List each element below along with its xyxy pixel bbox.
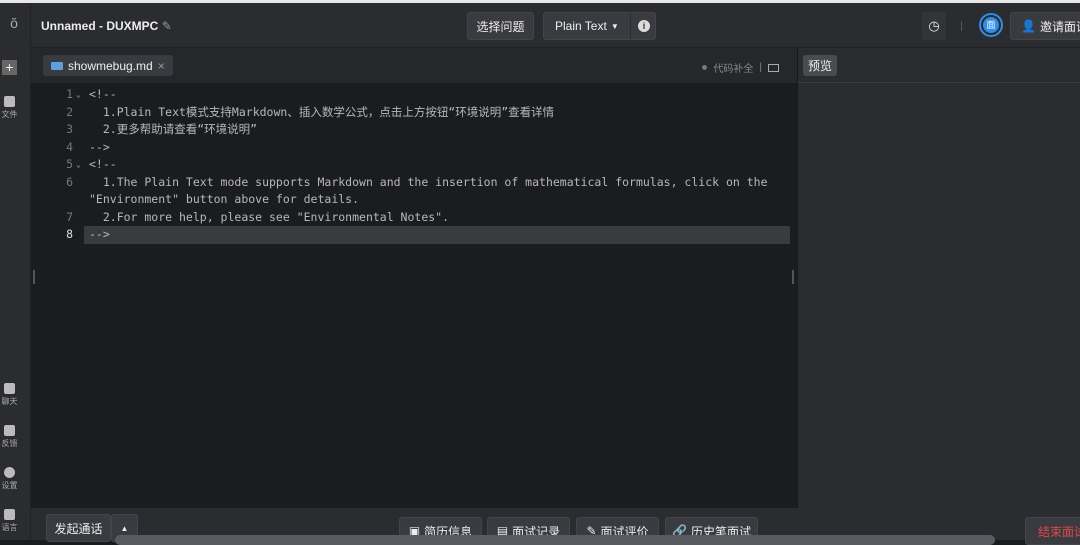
code-line: 4 --> bbox=[31, 139, 791, 157]
sidebar-item-label: 文件 bbox=[1, 110, 18, 119]
code-text: 2.更多帮助请查看“环境说明” bbox=[89, 122, 258, 136]
page-title[interactable]: Unnamed - DUXMPC ✎ bbox=[41, 19, 172, 33]
line-number: 3 bbox=[66, 122, 73, 136]
code-line: 3 2.更多帮助请查看“环境说明” bbox=[31, 121, 791, 139]
settings-icon bbox=[4, 467, 15, 478]
invite-interview-button[interactable]: 👤邀请面试 bbox=[1010, 12, 1080, 40]
sidebar-item-settings[interactable]: 设置 bbox=[0, 467, 19, 491]
code-line: "Environment" button above for details. bbox=[31, 191, 791, 209]
code-editor[interactable]: 1 ⌄ <!-- 2 1.Plain Text模式支持Markdown、插入数学公式，… bbox=[31, 83, 797, 508]
code-text: 1.The Plain Text mode supports Markdown … bbox=[89, 174, 768, 189]
avatar-text: 面 bbox=[983, 17, 999, 33]
code-text: --> bbox=[89, 139, 110, 154]
caret-down-icon: ▼ bbox=[610, 21, 619, 31]
line-number: 6 bbox=[66, 174, 73, 189]
active-line-highlight bbox=[84, 226, 790, 244]
code-text: --> bbox=[89, 227, 110, 241]
language-value: Plain Text bbox=[555, 19, 607, 33]
autocomplete-label: 代码补全 bbox=[713, 64, 754, 75]
add-button[interactable]: + bbox=[2, 60, 17, 75]
sidebar-item-files[interactable]: 文件 bbox=[0, 96, 19, 120]
line-number: 4 bbox=[66, 139, 73, 154]
sidebar-item-label: 设置 bbox=[1, 481, 18, 490]
line-number: 2 bbox=[66, 104, 73, 119]
sidebar-item-label: 聊天 bbox=[1, 397, 18, 406]
line-number: 5 bbox=[66, 157, 73, 171]
resize-handle-right[interactable] bbox=[792, 270, 794, 284]
code-text: 2.For more help, please see "Environment… bbox=[89, 209, 450, 224]
language-select[interactable]: Plain Text ▼ i bbox=[543, 12, 656, 40]
file-tab-label: showmebug.md bbox=[68, 58, 153, 73]
code-line: 8 --> bbox=[31, 226, 791, 244]
markdown-icon bbox=[51, 61, 63, 70]
title-text: Unnamed - DUXMPC bbox=[41, 19, 159, 33]
invite-label: 邀请面试 bbox=[1039, 19, 1080, 34]
end-interview-button[interactable]: 结束面试 bbox=[1025, 517, 1080, 545]
sidebar-item-chat[interactable]: 聊天 bbox=[0, 383, 19, 407]
select-question-button[interactable]: 选择问题 bbox=[467, 12, 534, 40]
line-number: 1 bbox=[66, 87, 73, 101]
close-icon[interactable]: × bbox=[158, 59, 165, 73]
line-number: 7 bbox=[66, 209, 73, 224]
fold-chevron-icon[interactable]: ⌄ bbox=[76, 156, 81, 174]
clock-icon: ◷ bbox=[928, 18, 940, 33]
code-text: <!-- bbox=[89, 87, 117, 101]
code-line: 6 1.The Plain Text mode supports Markdow… bbox=[31, 174, 791, 192]
edit-icon[interactable]: ✎ bbox=[162, 19, 172, 33]
top-bar: Unnamed - DUXMPC ✎ 选择问题 Plain Text ▼ i ◷ 面… bbox=[31, 3, 1080, 48]
code-line: 1 ⌄ <!-- bbox=[31, 86, 791, 104]
sidebar-item-language[interactable]: 语言 bbox=[0, 509, 19, 533]
chat-icon bbox=[4, 383, 15, 394]
status-dot bbox=[702, 65, 708, 70]
code-text: <!-- bbox=[89, 157, 117, 171]
language-icon bbox=[4, 509, 15, 520]
autocomplete-toggle[interactable]: 代码补全 | bbox=[702, 60, 779, 75]
start-call-button[interactable]: 发起通话 bbox=[46, 514, 111, 542]
layout-toggle-icon[interactable] bbox=[768, 63, 779, 72]
sidebar-item-label: 反馈 bbox=[1, 439, 18, 448]
preview-button[interactable]: 预览 bbox=[803, 55, 837, 76]
fold-chevron-icon[interactable]: ⌄ bbox=[76, 86, 81, 104]
info-icon[interactable]: i bbox=[638, 20, 650, 32]
sidebar-item-feedback[interactable]: 反馈 bbox=[0, 425, 19, 449]
sidebar-item-label: 语言 bbox=[1, 523, 18, 532]
code-line: 5 ⌄ <!-- bbox=[31, 156, 791, 174]
sidebar: ŏ + 文件 聊天 反馈 设置 语言 bbox=[0, 3, 31, 540]
caret-up-icon: ▲ bbox=[120, 523, 129, 533]
avatar[interactable]: 面 bbox=[979, 13, 1003, 37]
feedback-icon bbox=[4, 425, 15, 436]
resize-handle-left[interactable] bbox=[33, 270, 35, 284]
preview-header: 预览 bbox=[798, 48, 1080, 83]
history-clock-button[interactable]: ◷ bbox=[922, 12, 946, 40]
logo-icon: ŏ bbox=[10, 15, 18, 31]
code-text: 1.Plain Text模式支持Markdown、插入数学公式，点击上方按钮“环… bbox=[89, 104, 555, 119]
divider bbox=[961, 21, 962, 31]
line-number: 8 bbox=[66, 227, 73, 241]
file-tab[interactable]: showmebug.md × bbox=[43, 55, 173, 76]
code-line: 7 2.For more help, please see "Environme… bbox=[31, 209, 791, 227]
code-text: "Environment" button above for details. bbox=[89, 192, 360, 206]
editor-tab-bar: showmebug.md × 代码补全 | bbox=[31, 48, 797, 83]
folder-icon bbox=[4, 96, 15, 107]
add-user-icon: 👤 bbox=[1021, 19, 1036, 33]
floating-toolbar bbox=[115, 535, 995, 545]
code-line: 2 1.Plain Text模式支持Markdown、插入数学公式，点击上方按钮… bbox=[31, 104, 791, 122]
preview-panel: 预览 bbox=[797, 48, 1080, 508]
